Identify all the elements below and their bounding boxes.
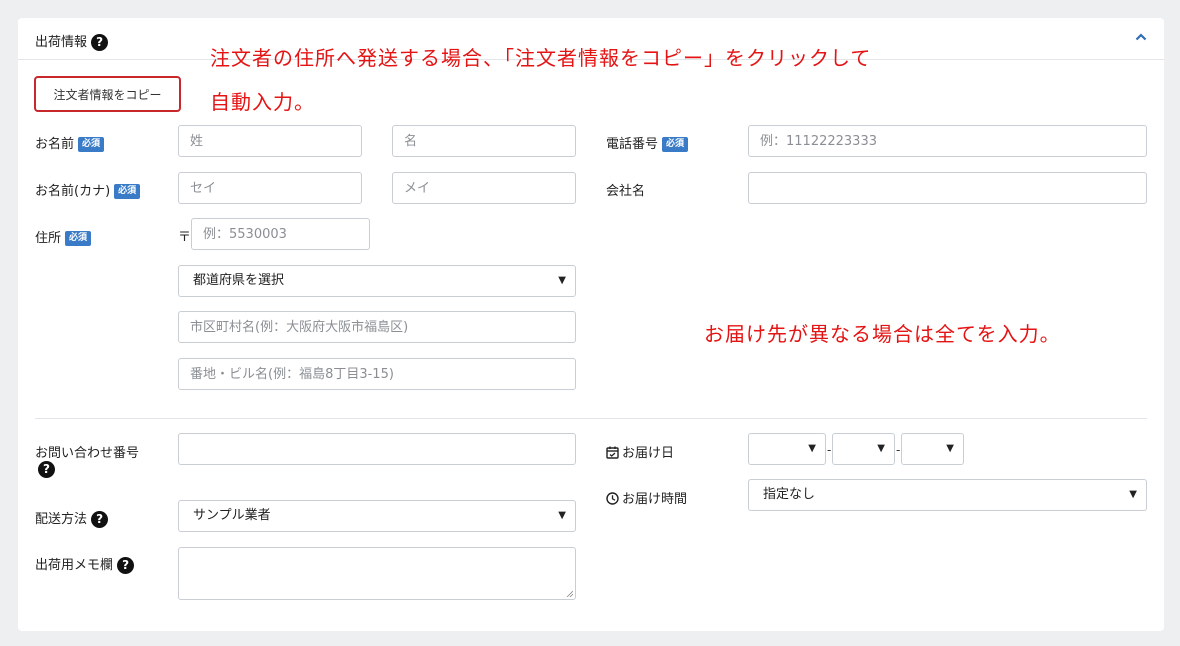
annotation-copy-instruction: 注文者の住所へ発送する場合、「注文者情報をコピー」をクリックして (210, 46, 872, 70)
help-icon[interactable]: ? (91, 511, 109, 528)
required-badge: 必須 (114, 184, 141, 199)
first-name-input[interactable] (392, 125, 576, 157)
section-divider (35, 418, 1147, 419)
address-label: 住所 必須 (35, 227, 92, 246)
required-badge: 必須 (662, 137, 689, 152)
last-name-kana-input[interactable] (178, 172, 362, 204)
chevron-down-icon: ▼ (558, 275, 566, 286)
prefecture-selected-value: 都道府県を選択 (193, 273, 285, 288)
memo-label-text: 出荷用メモ欄 (35, 558, 114, 573)
prefecture-select[interactable]: 都道府県を選択 ▼ (178, 265, 576, 297)
clock-icon (606, 492, 619, 505)
memo-label: 出荷用メモ欄 ? (35, 554, 135, 574)
delivery-time-label-text: お届け時間 (622, 492, 688, 507)
chevron-down-icon: ▼ (946, 443, 954, 454)
name-label: お名前 必須 (35, 133, 105, 152)
help-icon[interactable]: ? (91, 34, 109, 51)
address-label-text: 住所 (35, 231, 62, 246)
delivery-time-select[interactable]: 指定なし ▼ (748, 479, 1147, 511)
delivery-date-label: お届け日 (606, 442, 674, 461)
city-input[interactable] (178, 311, 576, 343)
kana-label-text: お名前(カナ) (35, 184, 111, 199)
postal-mark: 〒 (178, 230, 192, 245)
kana-label: お名前(カナ) 必須 (35, 180, 141, 199)
postal-code-input[interactable] (191, 218, 370, 250)
chevron-down-icon: ▼ (558, 510, 566, 521)
chevron-down-icon: ▼ (1129, 489, 1137, 500)
memo-wrapper (178, 547, 576, 600)
chevron-down-icon: ▼ (808, 443, 816, 454)
last-name-input[interactable] (178, 125, 362, 157)
chevron-down-icon: ▼ (877, 443, 885, 454)
company-label: 会社名 (606, 184, 646, 199)
first-name-kana-input[interactable] (392, 172, 576, 204)
required-badge: 必須 (78, 137, 105, 152)
annotation-different-address: お届け先が異なる場合は全てを入力。 (704, 322, 1061, 346)
phone-input[interactable] (748, 125, 1147, 157)
help-icon[interactable]: ? (117, 557, 135, 574)
name-label-text: お名前 (35, 137, 75, 152)
resize-grip-icon[interactable] (566, 590, 573, 597)
company-input[interactable] (748, 172, 1147, 204)
calendar-check-icon (606, 446, 619, 459)
copy-orderer-info-button[interactable]: 注文者情報をコピー (34, 76, 181, 112)
date-separator: - (827, 443, 832, 457)
phone-label-text: 電話番号 (606, 137, 659, 152)
delivery-time-selected-value: 指定なし (763, 487, 816, 502)
shipping-method-selected-value: サンプル業者 (193, 508, 271, 523)
required-badge: 必須 (65, 231, 92, 246)
phone-label: 電話番号 必須 (606, 133, 689, 152)
inquiry-number-input[interactable] (178, 433, 576, 465)
delivery-month-select[interactable]: ▼ (832, 433, 895, 465)
date-separator: - (896, 443, 901, 457)
chevron-up-icon[interactable] (1135, 32, 1147, 42)
memo-textarea[interactable] (178, 547, 576, 600)
shipping-method-label: 配送方法 ? (35, 508, 109, 528)
section-title-text: 出荷情報 (35, 35, 88, 50)
delivery-year-select[interactable]: ▼ (748, 433, 826, 465)
inquiry-number-label: お問い合わせ番号 (35, 446, 140, 461)
delivery-date-label-text: お届け日 (622, 446, 675, 461)
help-icon[interactable]: ? (38, 461, 55, 478)
shipping-method-label-text: 配送方法 (35, 512, 88, 527)
delivery-day-select[interactable]: ▼ (901, 433, 964, 465)
annotation-auto-fill: 自動入力。 (210, 90, 315, 114)
street-input[interactable] (178, 358, 576, 390)
shipping-method-select[interactable]: サンプル業者 ▼ (178, 500, 576, 532)
section-title: 出荷情報 ? (35, 31, 109, 51)
delivery-time-label: お届け時間 (606, 488, 687, 507)
